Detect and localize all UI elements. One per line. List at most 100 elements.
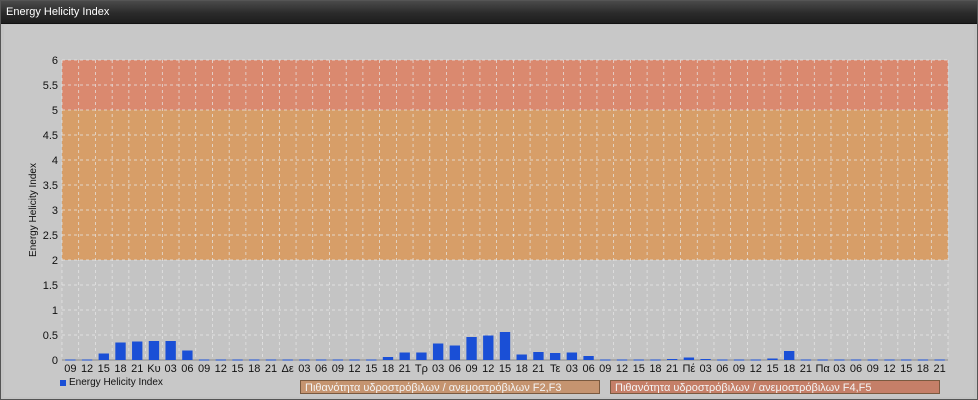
bar [332, 359, 344, 361]
bar [499, 332, 511, 360]
bar [934, 359, 945, 361]
x-tick-label: 15 [766, 363, 778, 375]
x-tick-label: 12 [348, 363, 360, 375]
bar [432, 343, 444, 360]
y-axis-ticks: 0 0.5 1 1.5 2 2.5 3 3.5 4 4.5 5 5.5 6 [43, 55, 58, 367]
x-tick-label: 15 [633, 363, 645, 375]
bar [917, 359, 929, 361]
legend-series[interactable]: Energy Helicity Index [60, 377, 163, 388]
bar [566, 352, 578, 360]
y-tick-label: 5 [52, 105, 58, 117]
bar [750, 359, 761, 361]
x-tick-label: 09 [733, 363, 745, 375]
x-tick-label: 03 [298, 363, 310, 375]
y-tick-label: 2 [52, 255, 58, 267]
x-tick-label: 21 [666, 363, 678, 375]
bar [399, 352, 410, 360]
x-tick-label: 09 [867, 363, 879, 375]
bar [800, 359, 812, 361]
y-tick-label: 1 [52, 305, 58, 317]
x-tick-label: 12 [482, 363, 494, 375]
x-tick-label: 21 [934, 363, 946, 375]
bar [516, 354, 527, 360]
bar [850, 359, 862, 361]
x-tick-label: 18 [114, 363, 126, 375]
x-tick-label: 15 [499, 363, 511, 375]
x-tick-label: Δε [282, 363, 294, 375]
bar [700, 359, 711, 360]
bar [650, 359, 661, 361]
bar [182, 350, 193, 360]
bar [81, 359, 93, 361]
legend-band-f2f3[interactable]: Πιθανότητα υδροστρόβιλων / ανεμοστρόβιλω… [300, 380, 600, 394]
x-tick-label: Τε [550, 363, 561, 375]
bar [198, 359, 210, 361]
y-tick-label: 4 [52, 155, 58, 167]
bar [449, 345, 461, 360]
bar [884, 359, 895, 361]
x-tick-label: 18 [516, 363, 528, 375]
bar [232, 359, 243, 361]
legend-band-f4f5[interactable]: Πιθανότητα υδροστρόβιλων / ανεμοστρόβιλω… [610, 380, 940, 394]
bar [717, 359, 728, 361]
x-tick-label: 03 [699, 363, 711, 375]
x-tick-label: 03 [833, 363, 845, 375]
bar [616, 359, 628, 361]
legend-band-f2f3-label: Πιθανότητα υδροστρόβιλων / ανεμοστρόβιλω… [305, 382, 562, 394]
bar [733, 359, 745, 361]
bar [483, 335, 494, 360]
x-tick-label: 18 [382, 363, 394, 375]
x-tick-label: 12 [883, 363, 895, 375]
y-tick-label: 1.5 [43, 280, 58, 292]
x-tick-label: 09 [64, 363, 76, 375]
x-tick-label: 21 [532, 363, 544, 375]
x-tick-label: 03 [566, 363, 578, 375]
bar [65, 359, 76, 361]
bar [549, 353, 561, 360]
bar [165, 341, 176, 360]
bar [416, 352, 427, 360]
x-tick-label: 06 [315, 363, 327, 375]
bar [533, 352, 544, 360]
bar [98, 353, 109, 360]
y-tick-label: 6 [52, 55, 58, 67]
bar [115, 342, 126, 360]
bar [784, 351, 795, 360]
y-tick-label: 5.5 [43, 80, 58, 92]
x-tick-label: 12 [750, 363, 762, 375]
x-tick-label: Κυ [147, 363, 160, 375]
bar [215, 359, 226, 361]
bar [382, 357, 394, 360]
x-tick-label: 21 [800, 363, 812, 375]
x-tick-label: 15 [900, 363, 912, 375]
x-tick-label: 12 [616, 363, 628, 375]
bar [366, 359, 377, 361]
x-tick-label: 18 [783, 363, 795, 375]
bar [867, 359, 878, 361]
x-tick-label: 15 [98, 363, 110, 375]
ehi-chart: 0 0.5 1 1.5 2 2.5 3 3.5 4 4.5 5 5.5 6 09 12 15 18 21 Κυ 03… [28, 55, 949, 388]
y-tick-label: 0.5 [43, 330, 58, 342]
bar [666, 359, 678, 360]
legend-series-label: Energy Helicity Index [69, 377, 163, 388]
bar [466, 337, 477, 360]
x-tick-label: 06 [582, 363, 594, 375]
y-axis-label: Energy Helicity Index [28, 163, 39, 257]
bar [249, 359, 260, 361]
bar [683, 357, 695, 360]
bar [315, 359, 327, 361]
bar [767, 358, 778, 360]
bar [901, 359, 912, 361]
x-tick-label: Τρ [415, 363, 428, 375]
x-tick-label: 18 [649, 363, 661, 375]
bar [817, 359, 828, 361]
x-tick-label: 12 [215, 363, 227, 375]
x-tick-label: 15 [231, 363, 243, 375]
x-tick-label: Πέ [682, 363, 695, 375]
x-tick-label: 09 [465, 363, 477, 375]
bar [834, 359, 845, 361]
x-tick-label: 06 [181, 363, 193, 375]
x-tick-label: 06 [850, 363, 862, 375]
bar [265, 359, 277, 361]
y-tick-label: 0 [52, 355, 58, 367]
